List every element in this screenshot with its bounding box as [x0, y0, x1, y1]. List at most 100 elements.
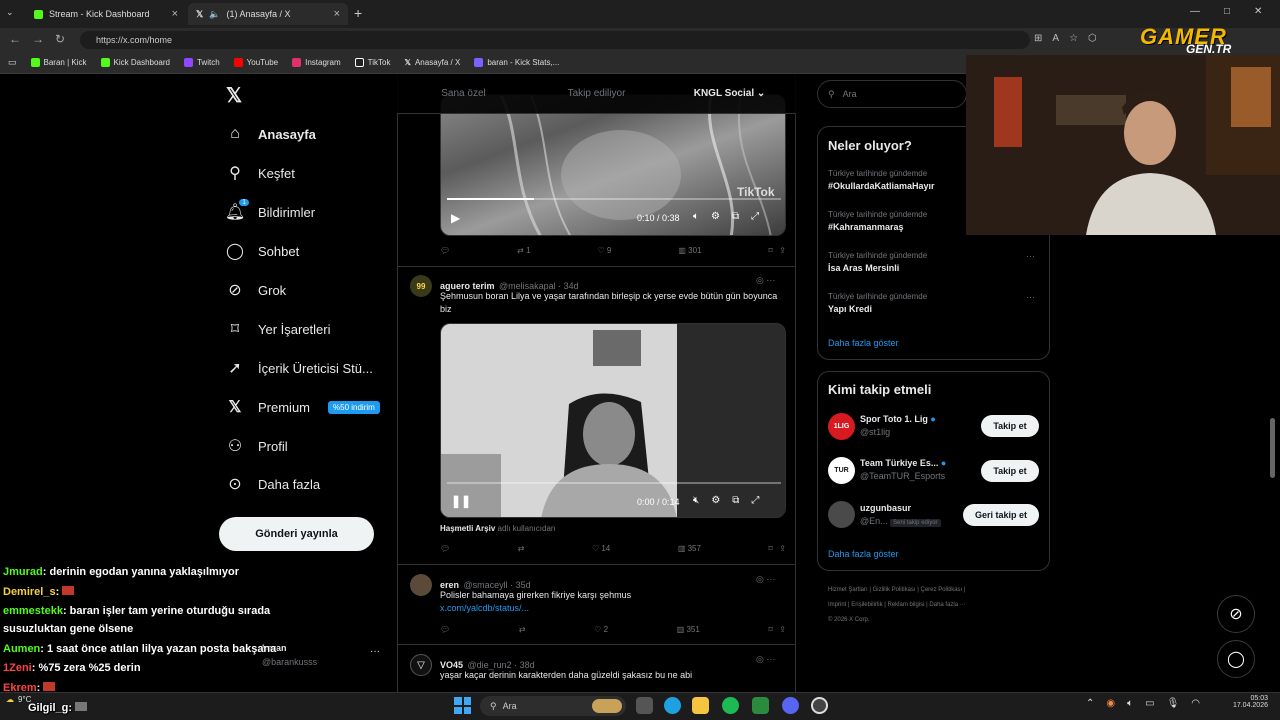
video-player[interactable]: ❚❚ 0:00 / 0:14 🔇︎ ⚙ ⧉ ⤢ [440, 323, 786, 518]
spotify-icon[interactable] [722, 697, 739, 714]
start-button[interactable] [454, 697, 471, 714]
footer-link[interactable]: Çerez Politikası [921, 587, 963, 593]
bookmark-item[interactable]: baran - Kick Stats,... [474, 58, 559, 67]
video-progress-track[interactable] [447, 482, 781, 484]
volume-icon[interactable]: 🔈︎ [693, 211, 699, 222]
edge-icon[interactable] [664, 697, 681, 714]
reply-button[interactable]: 💬︎ [440, 544, 450, 553]
tweet-link[interactable]: x.com/yalcdb/status/... [440, 603, 529, 613]
repost-button[interactable]: ⇄ [518, 544, 525, 553]
reply-button[interactable]: 💬︎ [440, 246, 450, 255]
bookmarks-menu-icon[interactable]: ▭ [8, 57, 17, 68]
tab-x-home[interactable]: 𝕏 🔈 (1) Anasayfa / X × [188, 3, 348, 25]
suggested-user[interactable]: Team Türkiye Es... ● @TeamTUR_Esports [860, 458, 946, 481]
search-input[interactable]: ⚲ Ara [817, 80, 967, 108]
grok-fab[interactable]: ⊘ [1217, 595, 1255, 633]
app-icon[interactable] [752, 697, 769, 714]
more-icon[interactable]: ··· [370, 646, 380, 657]
back-icon[interactable]: ← [9, 32, 21, 46]
network-icon[interactable]: ▭ [1145, 698, 1154, 709]
file-explorer-icon[interactable] [692, 697, 709, 714]
avatar[interactable]: TUR [828, 457, 855, 484]
nav-profile[interactable]: ⚇ Profil [226, 437, 288, 455]
repost-button[interactable]: ⇄ [519, 625, 526, 634]
nav-more[interactable]: ⊙ Daha fazla [226, 475, 320, 493]
suggested-user[interactable]: Spor Toto 1. Lig ● @st1lig [860, 414, 936, 437]
system-tray[interactable]: ⌃ ◉ 🔈︎ ▭ 🎙︎ ◠ [1086, 698, 1200, 709]
x-logo-icon[interactable]: 𝕏 [226, 83, 242, 108]
footer-link[interactable]: Imprint [828, 602, 846, 608]
close-icon[interactable]: × [334, 8, 340, 20]
footer-link[interactable]: Gizlilik Politikası [873, 587, 916, 593]
url-input[interactable]: https://x.com/home [80, 31, 1030, 49]
trend-item[interactable]: Türkiye tarihinde gündemde İsa Aras Mers… [828, 251, 1043, 273]
views-button[interactable]: ▥ 301 [678, 246, 701, 255]
post-button[interactable]: Gönderi yayınla [219, 517, 374, 551]
read-aloud-icon[interactable]: A [1052, 33, 1059, 44]
tab-kick-dashboard[interactable]: Stream - Kick Dashboard × [26, 3, 186, 25]
avatar[interactable]: 99 [410, 275, 432, 297]
avatar[interactable] [410, 574, 432, 596]
window-controls[interactable]: — □ ✕ [1190, 6, 1262, 17]
source-name[interactable]: Haşmetli Arşiv [440, 524, 495, 533]
footer-link[interactable]: Erişilebilirlik [851, 602, 882, 608]
nav-home[interactable]: ⌂ Anasayfa [226, 125, 316, 143]
like-button[interactable]: ♡ 14 [592, 544, 610, 553]
scrollbar[interactable] [1270, 418, 1275, 478]
views-button[interactable]: ▥ 357 [678, 544, 701, 553]
taskbar-clock[interactable]: 05:03 17.04.2026 [1222, 695, 1268, 709]
reload-icon[interactable]: ↻ [55, 32, 65, 46]
bookmark-item[interactable]: Instagram [292, 58, 341, 67]
repost-button[interactable]: ⇄ 1 [517, 246, 530, 255]
avatar[interactable]: 1LIG [828, 413, 855, 440]
bookmark-button[interactable]: ⌑ ⇪ [769, 544, 786, 553]
tweet-menu[interactable]: ◎ ··· [756, 574, 775, 585]
tray-app-icon[interactable]: ◉ [1106, 698, 1115, 709]
minimize-icon[interactable]: — [1190, 6, 1200, 17]
forward-icon[interactable]: → [32, 32, 44, 46]
reply-button[interactable]: 💬︎ [440, 625, 450, 634]
video-controls[interactable]: 🔈︎ ⚙ ⧉ ⤢ [693, 211, 759, 222]
follow-button[interactable]: Takip et [981, 460, 1039, 482]
bookmark-item[interactable]: 𝕏 Anasayfa / X [405, 58, 461, 67]
volume-icon[interactable]: 🔈︎ [1127, 698, 1133, 709]
footer-link[interactable]: Reklam bilgisi [888, 602, 925, 608]
settings-icon[interactable]: ⚙ [711, 211, 720, 222]
footer-link[interactable]: Hizmet Şartları [828, 587, 868, 593]
bookmark-item[interactable]: Twitch [183, 58, 220, 67]
more-icon[interactable]: ··· [1026, 251, 1035, 261]
tab-kngl-social[interactable]: KNGL Social ⌄ [663, 74, 796, 113]
tab-for-you[interactable]: Sana özel [397, 74, 530, 113]
wifi-icon[interactable]: ◠ [1191, 698, 1200, 709]
obs-icon[interactable] [811, 697, 828, 714]
bookmark-button[interactable]: ⌑ ⇪ [768, 246, 785, 255]
mute-icon[interactable]: 🔇︎ [693, 495, 699, 506]
video-progress-track[interactable] [447, 198, 781, 200]
fullscreen-icon[interactable]: ⤢ [751, 211, 759, 222]
trend-item[interactable]: Türkiye tarihinde gündemde Yapı Kredi [828, 292, 1043, 314]
nav-grok[interactable]: ⊘ Grok [226, 281, 286, 299]
bookmark-button[interactable]: ⌑ ⇪ [768, 625, 785, 634]
nav-bookmarks[interactable]: ⌑ Yer İşaretleri [226, 320, 331, 338]
nav-notifications[interactable]: 🔔︎ 1 Bildirimler [225, 199, 315, 221]
more-icon[interactable]: ··· [1026, 292, 1035, 302]
bookmark-item[interactable]: YouTube [233, 58, 278, 67]
new-tab-button[interactable]: + [354, 5, 362, 21]
pause-icon[interactable]: ❚❚ [451, 494, 471, 508]
extensions-icon[interactable]: ⬡ [1088, 33, 1097, 44]
bookmark-item[interactable]: Baran | Kick [30, 58, 87, 67]
fullscreen-icon[interactable]: ⤢ [751, 495, 759, 506]
like-button[interactable]: ♡ 9 [598, 246, 612, 255]
favorite-icon[interactable]: ☆ [1069, 33, 1078, 44]
tab-following[interactable]: Takip ediliyor [530, 74, 663, 113]
nav-explore[interactable]: ⚲ Keşfet [226, 164, 295, 182]
pip-icon[interactable]: ⧉ [732, 211, 739, 222]
nav-chat[interactable]: ◯ Sohbet [226, 242, 299, 260]
toolbar-icons[interactable]: ⊞ A ☆ ⬡ [1034, 33, 1097, 44]
bookmark-item[interactable]: Kick Dashboard [100, 58, 170, 67]
mic-icon[interactable]: 🎙︎ [1167, 698, 1180, 709]
video-controls[interactable]: 🔇︎ ⚙ ⧉ ⤢ [693, 495, 759, 506]
speaker-icon[interactable]: 🔈 [209, 9, 220, 20]
close-icon[interactable]: ✕ [1254, 6, 1262, 17]
bookmark-item[interactable]: TikTok [354, 58, 391, 67]
